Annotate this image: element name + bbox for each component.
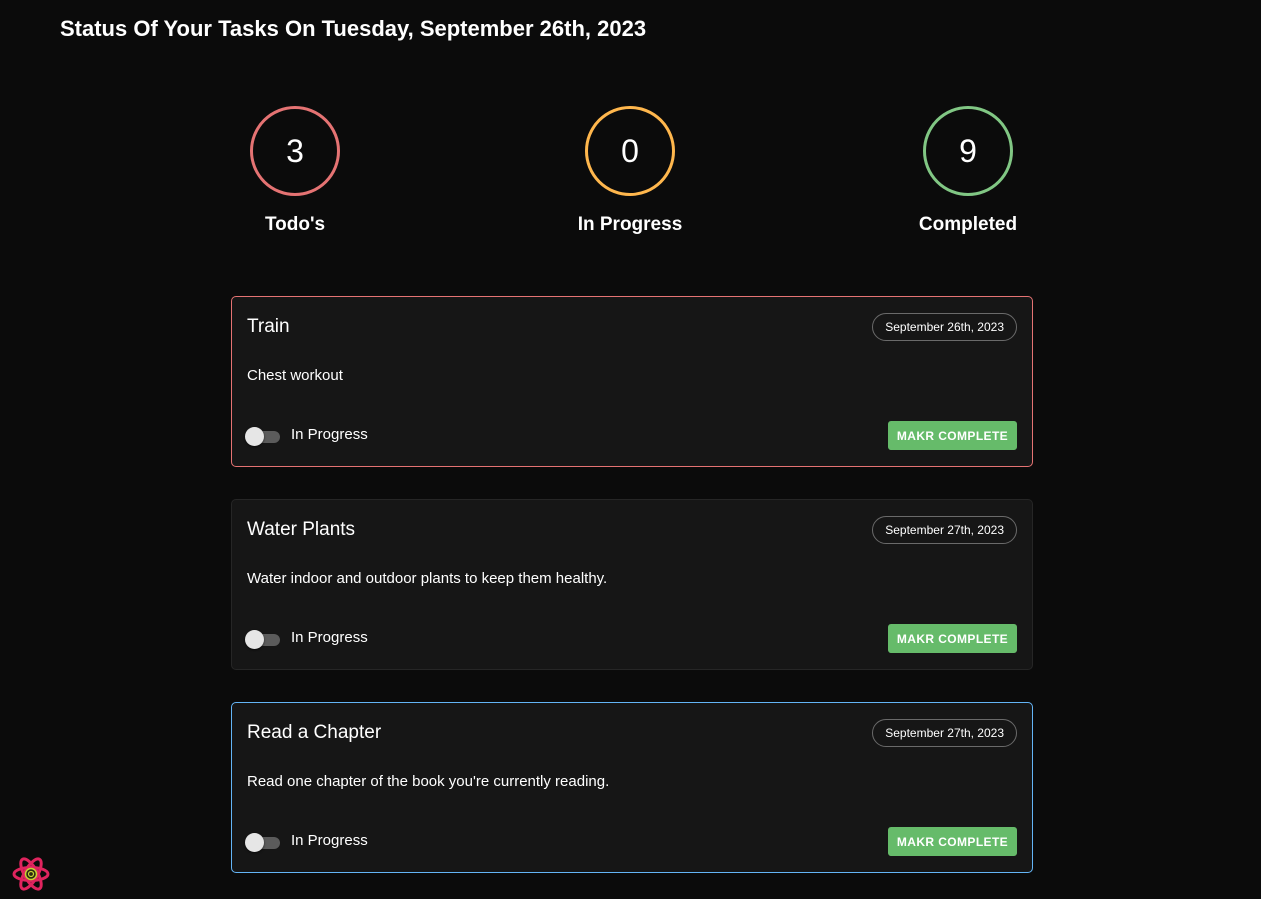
completed-count-circle: 9 (923, 106, 1013, 196)
task-card: Train September 26th, 2023 Chest workout… (231, 296, 1033, 467)
task-card: Read a Chapter September 27th, 2023 Read… (231, 702, 1033, 873)
toggle-knob (245, 427, 264, 446)
in-progress-label: In Progress (577, 214, 683, 235)
todos-label: Todo's (264, 214, 326, 235)
task-description: Read one chapter of the book you're curr… (247, 773, 610, 790)
task-title: Train (247, 316, 290, 337)
task-description: Chest workout (247, 367, 343, 384)
in-progress-toggle[interactable] (245, 630, 281, 649)
completed-label: Completed (918, 214, 1018, 235)
task-title: Read a Chapter (247, 722, 382, 743)
toggle-label: In Progress (291, 629, 368, 646)
stat-completed: 9 Completed (868, 106, 1068, 236)
mark-complete-button[interactable]: MAKR COMPLETE (888, 827, 1017, 856)
task-description: Water indoor and outdoor plants to keep … (247, 570, 608, 587)
in-progress-toggle[interactable] (245, 427, 281, 446)
in-progress-toggle[interactable] (245, 833, 281, 852)
toggle-label: In Progress (291, 426, 368, 443)
page: Status Of Your Tasks On Tuesday, Septemb… (0, 0, 1261, 899)
react-logo-icon[interactable] (12, 856, 50, 892)
stat-in-progress: 0 In Progress (530, 106, 730, 236)
toggle-knob (245, 630, 264, 649)
toggle-label: In Progress (291, 832, 368, 849)
toggle-knob (245, 833, 264, 852)
todos-count-circle: 3 (250, 106, 340, 196)
in-progress-count-circle: 0 (585, 106, 675, 196)
task-card: Water Plants September 27th, 2023 Water … (231, 499, 1033, 670)
task-date-chip: September 27th, 2023 (872, 516, 1017, 544)
task-date-chip: September 27th, 2023 (872, 719, 1017, 747)
mark-complete-button[interactable]: MAKR COMPLETE (888, 421, 1017, 450)
task-date-chip: September 26th, 2023 (872, 313, 1017, 341)
task-title: Water Plants (247, 519, 356, 540)
stat-todos: 3 Todo's (195, 106, 395, 236)
page-title: Status Of Your Tasks On Tuesday, Septemb… (60, 16, 647, 41)
mark-complete-button[interactable]: MAKR COMPLETE (888, 624, 1017, 653)
